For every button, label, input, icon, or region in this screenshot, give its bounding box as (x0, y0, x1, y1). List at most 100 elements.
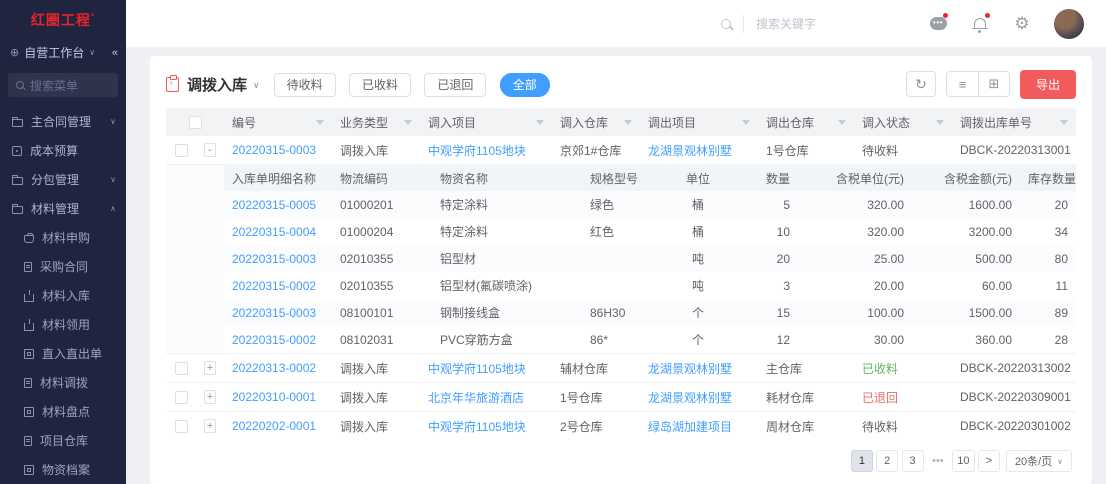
row-checkbox[interactable] (175, 391, 188, 404)
filter-icon[interactable] (536, 120, 544, 125)
row-checkbox[interactable] (175, 144, 188, 157)
row-checkbox[interactable] (175, 420, 188, 433)
refresh-button[interactable]: ↻ (906, 71, 936, 97)
table-row[interactable]: + 20220310-0001 调拨入库 北京年华旅游酒店 1号仓库 龙湖景观林… (166, 383, 1076, 412)
outbound-doc-number: DBCK-20220313002 (952, 361, 1076, 375)
global-search[interactable] (721, 15, 866, 33)
order-id-link[interactable]: 20220313-0002 (224, 361, 332, 375)
sidebar-item[interactable]: 材料入库 (0, 281, 126, 310)
sidebar-item[interactable]: 成本预算 (0, 136, 126, 165)
subtable-cell: 86H30 (582, 306, 670, 320)
grid-icon: ⊞ (989, 76, 1000, 92)
avatar[interactable] (1054, 9, 1084, 39)
page-button[interactable]: 1 (851, 450, 873, 472)
global-search-input[interactable] (756, 17, 866, 31)
filter-icon[interactable] (624, 120, 632, 125)
subtable-row: 20220315-000501000201特定涂料绿色桶5320.001600.… (224, 191, 1076, 218)
detail-id-link[interactable]: 20220315-0005 (224, 198, 332, 212)
sidebar-item-icon (24, 323, 34, 331)
out-warehouse: 主仓库 (758, 360, 854, 377)
detail-id-link[interactable]: 20220315-0002 (224, 333, 332, 347)
sidebar-item[interactable]: 项目仓库 (0, 426, 126, 455)
menu-search-input[interactable]: 搜索菜单 (8, 73, 118, 97)
sidebar-item[interactable]: 材料调拨 (0, 368, 126, 397)
detail-id-link[interactable]: 20220315-0002 (224, 279, 332, 293)
page-button[interactable]: > (978, 450, 1000, 472)
list-view-button[interactable]: ≡ (947, 72, 978, 96)
in-project-link[interactable]: 中观学府1105地块 (420, 360, 552, 377)
filter-icon[interactable] (838, 120, 846, 125)
sidebar-item-icon (12, 119, 23, 127)
in-project-link[interactable]: 中观学府1105地块 (420, 142, 552, 159)
expand-toggle[interactable]: + (204, 419, 216, 433)
content-area: 调拨入库 ∨ 待收料 已收料 已退回 全部 ↻ ≡ (126, 48, 1106, 484)
subtable-cell: 10 (726, 225, 798, 239)
table-row[interactable]: - 20220315-0003 调拨入库 中观学府1105地块 京郊1#仓库 龙… (166, 136, 1076, 165)
out-project-link[interactable]: 龙湖景观林别墅 (640, 389, 758, 406)
sidebar-item-icon (24, 294, 34, 302)
detail-id-link[interactable]: 20220315-0004 (224, 225, 332, 239)
collapse-sidebar-icon[interactable]: « (112, 47, 118, 59)
page-button[interactable]: 3 (902, 450, 924, 472)
out-project-link[interactable]: 绿岛湖加建项目 (640, 418, 758, 435)
page-size-select[interactable]: 20条/页 ∨ (1006, 450, 1072, 472)
page-button[interactable]: ••• (927, 450, 949, 472)
filter-icon[interactable] (1060, 120, 1068, 125)
sidebar-item[interactable]: 材料领用 (0, 310, 126, 339)
in-project-link[interactable]: 中观学府1105地块 (420, 418, 552, 435)
sidebar-item[interactable]: 采购合同 (0, 252, 126, 281)
status-tab[interactable]: 已退回 (424, 73, 486, 97)
expand-toggle[interactable]: + (204, 390, 216, 404)
detail-id-link[interactable]: 20220315-0003 (224, 252, 332, 266)
expand-toggle[interactable]: - (204, 143, 216, 157)
grid-view-button[interactable]: ⊞ (978, 72, 1009, 96)
status-tab[interactable]: 全部 (500, 73, 550, 97)
page-button[interactable]: 2 (876, 450, 898, 472)
out-warehouse: 耗材仓库 (758, 389, 854, 406)
sidebar-item[interactable]: 主合同管理 ∨ (0, 107, 126, 136)
transfer-inbound-icon (166, 77, 179, 92)
status-tab[interactable]: 待收料 (274, 73, 336, 97)
row-checkbox[interactable] (175, 362, 188, 375)
subtable-cell: 3 (726, 279, 798, 293)
select-all-checkbox[interactable] (189, 116, 202, 129)
expand-toggle[interactable]: + (204, 361, 216, 375)
out-project-link[interactable]: 龙湖景观林别墅 (640, 360, 758, 377)
in-project-link[interactable]: 北京年华旅游酒店 (420, 389, 552, 406)
filter-icon[interactable] (404, 120, 412, 125)
table-row[interactable]: + 20220202-0001 调拨入库 中观学府1105地块 2号仓库 绿岛湖… (166, 412, 1076, 440)
sidebar-item[interactable]: 材料管理 ∧ (0, 194, 126, 223)
sidebar-item[interactable]: 物资档案 (0, 455, 126, 484)
sidebar-item[interactable]: 直入直出单 (0, 339, 126, 368)
sidebar-item[interactable]: 分包管理 ∨ (0, 165, 126, 194)
order-id-link[interactable]: 20220315-0003 (224, 143, 332, 157)
settings-button[interactable]: ⚙ (1012, 14, 1032, 34)
subtable-cell: 100.00 (798, 306, 912, 320)
main-column: ••• ⚙ 调拨入库 ∨ 待收料 已收料 (126, 0, 1106, 484)
outbound-doc-number: DBCK-20220301002 (952, 419, 1076, 433)
sidebar-item-label: 材料领用 (42, 316, 108, 333)
col-header: 调出项目 (648, 114, 696, 131)
out-project-link[interactable]: 龙湖景观林别墅 (640, 142, 758, 159)
detail-id-link[interactable]: 20220315-0003 (224, 306, 332, 320)
status-tab[interactable]: 已收料 (349, 73, 411, 97)
export-button[interactable]: 导出 (1020, 70, 1076, 99)
workspace-switcher[interactable]: ⊕ 自营工作台 ∨ « (0, 36, 126, 69)
sidebar-item[interactable]: 材料盘点 (0, 397, 126, 426)
subtable-row: 20220315-000302010355铝型材吨2025.00500.0080 (224, 245, 1076, 272)
order-id-link[interactable]: 20220310-0001 (224, 390, 332, 404)
chevron-down-icon[interactable]: ∨ (253, 80, 260, 91)
messages-button[interactable]: ••• (928, 14, 948, 34)
order-id-link[interactable]: 20220202-0001 (224, 419, 332, 433)
filter-icon[interactable] (936, 120, 944, 125)
subtable-cell: 红色 (582, 223, 670, 240)
notifications-button[interactable] (970, 14, 990, 34)
sidebar-item[interactable]: 材料申购 (0, 223, 126, 252)
filter-icon[interactable] (742, 120, 750, 125)
filter-icon[interactable] (316, 120, 324, 125)
subtable-cell: 1600.00 (912, 198, 1020, 212)
chevron-down-icon: ∨ (89, 48, 95, 57)
page-button[interactable]: 10 (952, 450, 974, 472)
status-badge: 待收料 (862, 144, 898, 158)
table-row[interactable]: + 20220313-0002 调拨入库 中观学府1105地块 辅材仓库 龙湖景… (166, 354, 1076, 383)
